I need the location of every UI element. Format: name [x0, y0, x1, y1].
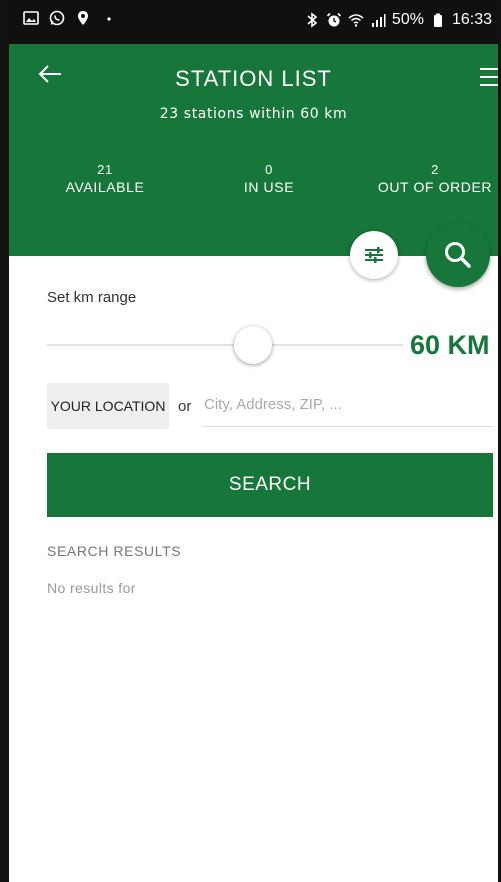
or-label: or [178, 398, 192, 415]
stat-available: 21 AVAILABLE [49, 162, 161, 195]
search-results-heading: SEARCH RESULTS [47, 543, 182, 559]
search-fab[interactable] [426, 223, 490, 287]
signal-icon [371, 14, 386, 27]
search-results-empty: No results for [47, 580, 136, 596]
battery-percent: 50% [391, 11, 424, 28]
dot-icon [107, 17, 111, 21]
battery-icon [433, 13, 442, 27]
hamburger-menu-icon[interactable] [478, 66, 500, 88]
page-subtitle: 23 stations within 60 km [159, 106, 348, 122]
location-pin-icon [78, 11, 88, 25]
stat-in-use-label: IN USE [243, 179, 295, 195]
filter-button[interactable] [350, 231, 398, 279]
stat-available-label: AVAILABLE [65, 179, 145, 195]
km-range-slider[interactable] [47, 344, 403, 346]
km-range-value: 60 KM [410, 330, 490, 360]
km-range-slider-thumb[interactable] [234, 326, 272, 364]
search-icon [445, 242, 471, 268]
stat-out-of-order: 2 OUT OF ORDER [371, 162, 498, 195]
page-title: STATION LIST [175, 66, 332, 91]
wifi-icon [348, 14, 364, 27]
bluetooth-icon [307, 12, 318, 28]
stat-available-count: 21 [97, 162, 113, 177]
stat-out-of-order-label: OUT OF ORDER [377, 179, 493, 195]
clock: 16:33 [451, 11, 492, 28]
search-button[interactable]: SEARCH [47, 453, 493, 517]
stat-in-use-count: 0 [265, 162, 273, 177]
alarm-icon [326, 12, 341, 27]
sliders-icon [365, 247, 383, 263]
stat-in-use: 0 IN USE [219, 162, 319, 195]
status-left-icons [23, 10, 117, 26]
km-range-label: Set km range [47, 289, 137, 306]
your-location-button[interactable]: YOUR LOCATION [47, 383, 169, 429]
status-bar: 50% 16:33 [9, 0, 498, 44]
whatsapp-icon [49, 10, 65, 26]
app-frame: 50% 16:33 STATION LIST 23 stations withi… [0, 0, 501, 882]
stat-out-of-order-count: 2 [431, 162, 439, 177]
status-right: 50% 16:33 [304, 11, 492, 29]
location-search-input[interactable]: City, Address, ZIP, ... [202, 383, 493, 427]
image-icon [23, 11, 39, 25]
